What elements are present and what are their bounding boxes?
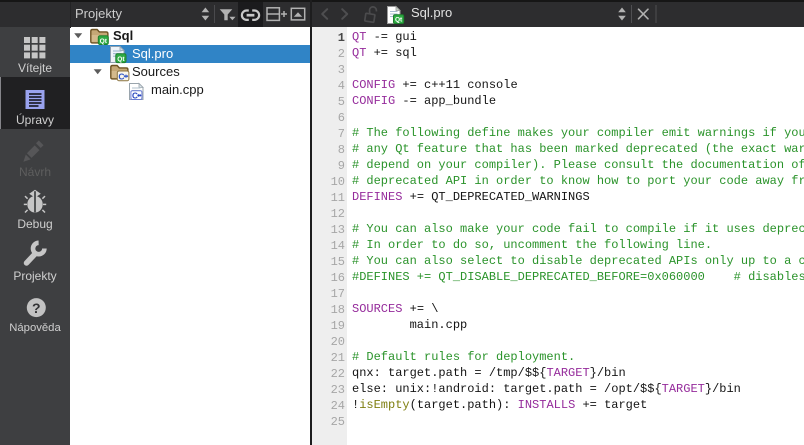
svg-text:Qt: Qt [117,56,125,63]
svg-text:Qt: Qt [100,38,108,45]
svg-text:C: C [118,71,124,81]
svg-text:C: C [132,92,138,101]
svg-text:?: ? [32,300,41,316]
svg-text:Qt: Qt [395,17,403,24]
